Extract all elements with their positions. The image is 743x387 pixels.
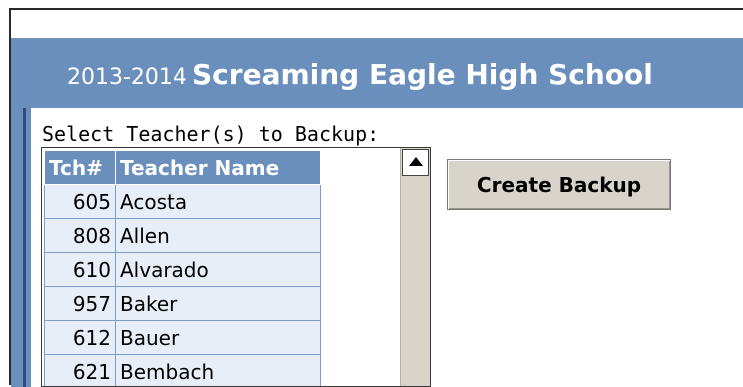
- table-row[interactable]: 621 Bembach: [45, 355, 321, 387]
- table-row[interactable]: 610 Alvarado: [45, 253, 321, 287]
- column-header-teacher-name[interactable]: Teacher Name: [116, 151, 321, 185]
- column-header-tch-num[interactable]: Tch#: [45, 151, 116, 185]
- app-frame: 2013-2014 Screaming Eagle High School Se…: [9, 8, 743, 385]
- teacher-number: 612: [45, 321, 116, 355]
- teacher-number: 605: [45, 185, 116, 219]
- select-teachers-label: Select Teacher(s) to Backup:: [42, 122, 379, 146]
- create-backup-button[interactable]: Create Backup: [447, 159, 671, 210]
- main-content: Select Teacher(s) to Backup: Tch# Teache…: [31, 108, 743, 385]
- table-row[interactable]: 957 Baker: [45, 287, 321, 321]
- teacher-name: Alvarado: [116, 253, 321, 287]
- teacher-name: Bembach: [116, 355, 321, 387]
- teacher-number: 610: [45, 253, 116, 287]
- table-row[interactable]: 605 Acosta: [45, 185, 321, 219]
- table-row[interactable]: 808 Allen: [45, 219, 321, 253]
- table-row[interactable]: 612 Bauer: [45, 321, 321, 355]
- teacher-number: 957: [45, 287, 116, 321]
- table-header-row: Tch# Teacher Name: [45, 151, 321, 185]
- page-title: 2013-2014 Screaming Eagle High School: [67, 58, 653, 91]
- teacher-name: Bauer: [116, 321, 321, 355]
- scroll-up-arrow-icon[interactable]: [402, 149, 429, 176]
- left-border-bar: [11, 108, 31, 387]
- teacher-name: Allen: [116, 219, 321, 253]
- listbox-scrollbar[interactable]: [400, 148, 430, 386]
- teacher-listbox[interactable]: Tch# Teacher Name 605 Acosta 808 Allen 6…: [41, 147, 431, 387]
- teacher-name: Baker: [116, 287, 321, 321]
- school-year: 2013-2014: [67, 65, 187, 90]
- teacher-number: 808: [45, 219, 116, 253]
- teacher-name: Acosta: [116, 185, 321, 219]
- teacher-number: 621: [45, 355, 116, 387]
- page-header: 2013-2014 Screaming Eagle High School: [11, 38, 743, 108]
- school-name: Screaming Eagle High School: [192, 58, 653, 91]
- teacher-table: Tch# Teacher Name 605 Acosta 808 Allen 6…: [44, 150, 321, 387]
